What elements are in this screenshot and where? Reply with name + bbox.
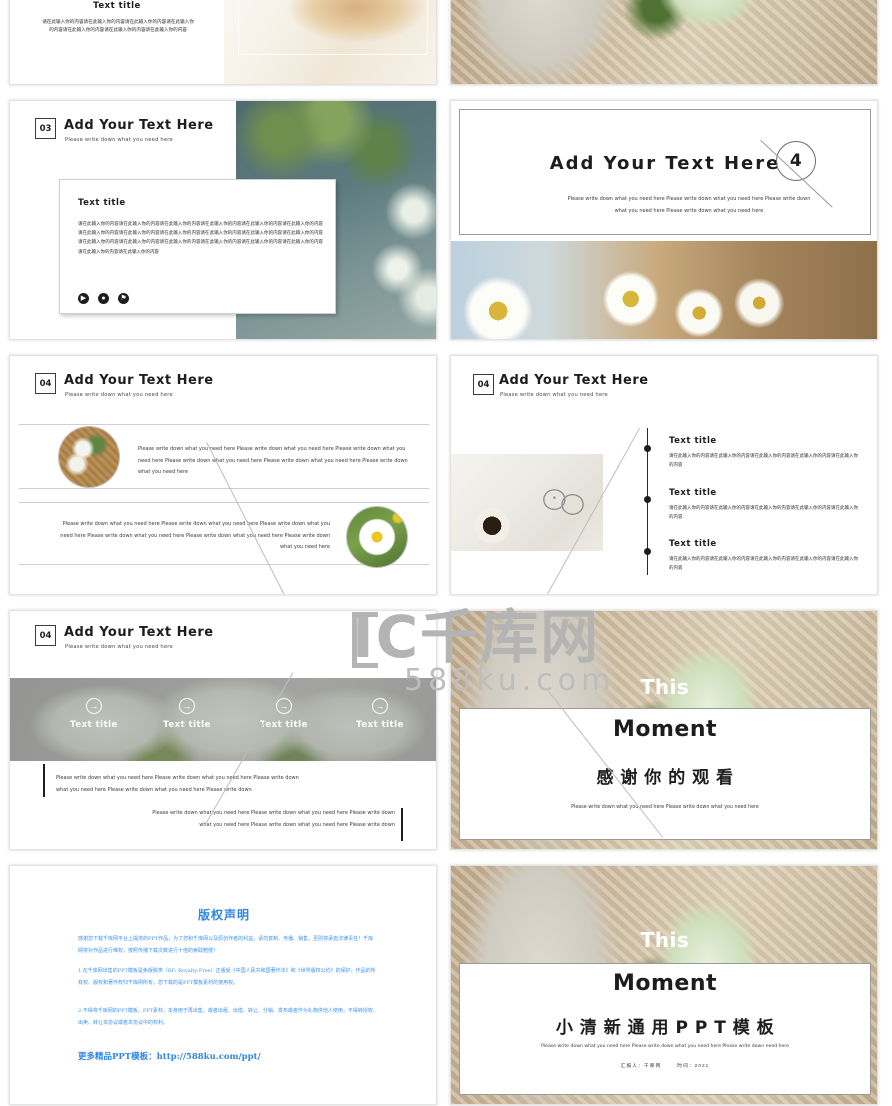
user-icon[interactable]: ● <box>98 293 109 304</box>
slide-03-number: 03 <box>35 118 56 139</box>
slide-thumbnail-03[interactable]: 03 Add Your Text Here Please write down … <box>9 100 437 340</box>
slide-07-heading: Add Your Text Here <box>64 625 214 640</box>
slide-07-para-left: Please write down what you need here Ple… <box>56 775 299 793</box>
arrow-right-icon[interactable]: → <box>276 698 292 714</box>
slide-08-cn-title: 感 谢 你 的 观 看 <box>596 768 734 788</box>
step-item[interactable]: → Text title <box>248 698 320 730</box>
slide-05-avatar-1 <box>58 426 120 488</box>
timeline-item-body: 请在此输入你的内容请在此输入你的内容请在此输入你的内容请在此输入你的内容请在此输… <box>669 557 858 572</box>
copyright-paragraph: 1.在千库网出售的PPT模板是免版税类（RF: Royalty-Free）正版受… <box>78 968 376 986</box>
slide-01-text-title: Text title <box>93 1 141 11</box>
slide-thumbnail-01[interactable]: Text title 请在此输入你的内容请在此输入你的内容请在此输入你的内容请在… <box>9 0 437 85</box>
slide-05-avatar-2 <box>346 506 408 568</box>
timeline-dot <box>644 496 651 503</box>
slide-05-row2-top-rule <box>19 502 429 503</box>
footer-date-label: 时间： <box>677 1064 695 1069</box>
copyright-paragraph: 2.不得将千库网的PPT模板、PPT素材，本身用于再出售，或者出租、出借、转让、… <box>78 1008 378 1026</box>
footer-presenter-label: 汇报人： <box>620 1064 644 1069</box>
slide-05-number: 04 <box>35 373 56 394</box>
timeline-item: Text title 请在此输入你的内容请在此输入你的内容请在此输入你的内容请在… <box>669 436 861 471</box>
slide-thumbnail-07[interactable]: 04 Add Your Text Here Please write down … <box>9 610 437 850</box>
step-label: Text title <box>163 720 211 730</box>
slide-08-line1: This <box>640 675 690 699</box>
footer-presenter: 千库网 <box>643 1064 662 1069</box>
slide-01-photo-frame <box>238 0 428 55</box>
copyright-link-row[interactable]: 更多精品PPT模板：http://588ku.com/ppt/ <box>78 1046 261 1064</box>
slide-06-subheading: Please write down what you need here <box>500 392 608 398</box>
timeline-item-title: Text title <box>669 488 717 498</box>
slide-10-footer: 汇报人：千库网 时间：2021 <box>451 1062 877 1069</box>
step-item[interactable]: → Text title <box>344 698 416 730</box>
slide-07-right-bar <box>401 808 403 841</box>
slide-06-photo <box>451 454 603 551</box>
slide-05-row2-body: Please write down what you need here Ple… <box>60 521 330 550</box>
slide-thumbnail-04[interactable]: Add Your Text Here Please write down wha… <box>450 100 878 340</box>
slide-04-body: Please write down what you need here Ple… <box>567 196 811 214</box>
slide-04-photo <box>451 241 877 339</box>
slide-06-heading: Add Your Text Here <box>499 373 649 388</box>
timeline-item: Text title 请在此输入你的内容请在此输入你的内容请在此输入你的内容请在… <box>669 539 861 574</box>
slide-thumbnail-08[interactable]: This Moment 感 谢 你 的 观 看 Please write dow… <box>450 610 878 850</box>
slide-05-row1-body: Please write down what you need here Ple… <box>138 446 408 475</box>
slide-thumbnail-05[interactable]: 04 Add Your Text Here Please write down … <box>9 355 437 595</box>
slide-thumbnail-09-copyright[interactable]: 版权声明 感谢您下载千库网平台上提供的PPT作品，为了您和千库网以及原创作者的利… <box>9 865 437 1105</box>
slide-06-number: 04 <box>473 374 494 395</box>
card-social-icons[interactable]: ▶ ● ⚑ <box>78 293 129 304</box>
slide-07-para-right: Please write down what you need here Ple… <box>152 810 395 828</box>
slide-10-line1: This <box>640 928 690 952</box>
arrow-right-icon[interactable]: → <box>179 698 195 714</box>
slide-03-content-card[interactable]: Text title 请在此输入你的内容请在此输入你的内容请在此输入你的内容请在… <box>59 179 336 314</box>
slide-08-body: Please write down what you need here Ple… <box>571 805 759 810</box>
card-title: Text title <box>78 198 126 208</box>
slide-05-row1-bottom-rule <box>19 488 429 489</box>
video-icon[interactable]: ▶ <box>78 293 89 304</box>
slide-01-body: 请在此输入你的内容请在此输入你的内容请在此输入你的内容请在此输入你的内容请在此输… <box>42 20 194 34</box>
slide-03-heading: Add Your Text Here <box>64 118 214 133</box>
slide-08-line2: Moment <box>612 717 718 742</box>
step-item[interactable]: → Text title <box>58 698 130 730</box>
slide-07-left-bar <box>43 764 45 797</box>
step-label: Text title <box>356 720 404 730</box>
pin-icon[interactable]: ⚑ <box>118 293 129 304</box>
timeline-item-body: 请在此输入你的内容请在此输入你的内容请在此输入你的内容请在此输入你的内容请在此输… <box>669 506 858 521</box>
timeline-dot <box>644 445 651 452</box>
slide-10-line2: Moment <box>612 971 718 996</box>
slide-07-subheading: Please write down what you need here <box>65 644 173 650</box>
timeline-item-title: Text title <box>669 436 717 446</box>
slide-thumbnail-10-cover[interactable]: This Moment 小 清 新 通 用 P P T 模 板 Please w… <box>450 865 878 1105</box>
slide-05-row1-top-rule <box>19 424 429 425</box>
timeline-item-title: Text title <box>669 539 717 549</box>
timeline-item: Text title 请在此输入你的内容请在此输入你的内容请在此输入你的内容请在… <box>669 488 861 523</box>
slide-03-subheading: Please write down what you need here <box>65 137 173 143</box>
step-item[interactable]: → Text title <box>151 698 223 730</box>
copyright-title: 版权声明 <box>197 908 250 922</box>
copyright-paragraph: 感谢您下载千库网平台上提供的PPT作品，为了您和千库网以及原创作者的利益，请勿复… <box>78 936 374 954</box>
timeline-item-body: 请在此输入你的内容请在此输入你的内容请在此输入你的内容请在此输入你的内容请在此输… <box>669 454 858 469</box>
ppt-template-preview-page: Text title 请在此输入你的内容请在此输入你的内容请在此输入你的内容请在… <box>0 0 892 1106</box>
timeline-dot <box>644 548 651 555</box>
copyright-link-label: 更多精品PPT模板： <box>78 1052 157 1062</box>
slide-07-photo-band: → Text title → Text title → Text title →… <box>10 678 436 761</box>
slide-05-subheading: Please write down what you need here <box>65 392 173 398</box>
copyright-link-url[interactable]: http://588ku.com/ppt/ <box>157 1052 261 1062</box>
footer-date: 2021 <box>694 1064 710 1069</box>
step-label: Text title <box>70 720 118 730</box>
slide-02-photo <box>451 0 877 84</box>
slide-10-body: Please write down what you need here Ple… <box>541 1044 789 1049</box>
slide-07-number: 04 <box>35 625 56 646</box>
slide-05-heading: Add Your Text Here <box>64 373 214 388</box>
card-body: 请在此输入你的内容请在此输入你的内容请在此输入你的内容请在此输入你的内容请在此输… <box>78 222 323 255</box>
slide-10-cn-title: 小 清 新 通 用 P P T 模 板 <box>555 1018 775 1038</box>
arrow-right-icon[interactable]: → <box>372 698 388 714</box>
slide-thumbnail-06[interactable]: 04 Add Your Text Here Please write down … <box>450 355 878 595</box>
arrow-right-icon[interactable]: → <box>86 698 102 714</box>
slide-thumbnail-02[interactable]: 入你的内容请在此输入你的内容请在此输入你的内容 ▶ ● ⚑ 入你的内容请在此输入… <box>450 0 878 85</box>
